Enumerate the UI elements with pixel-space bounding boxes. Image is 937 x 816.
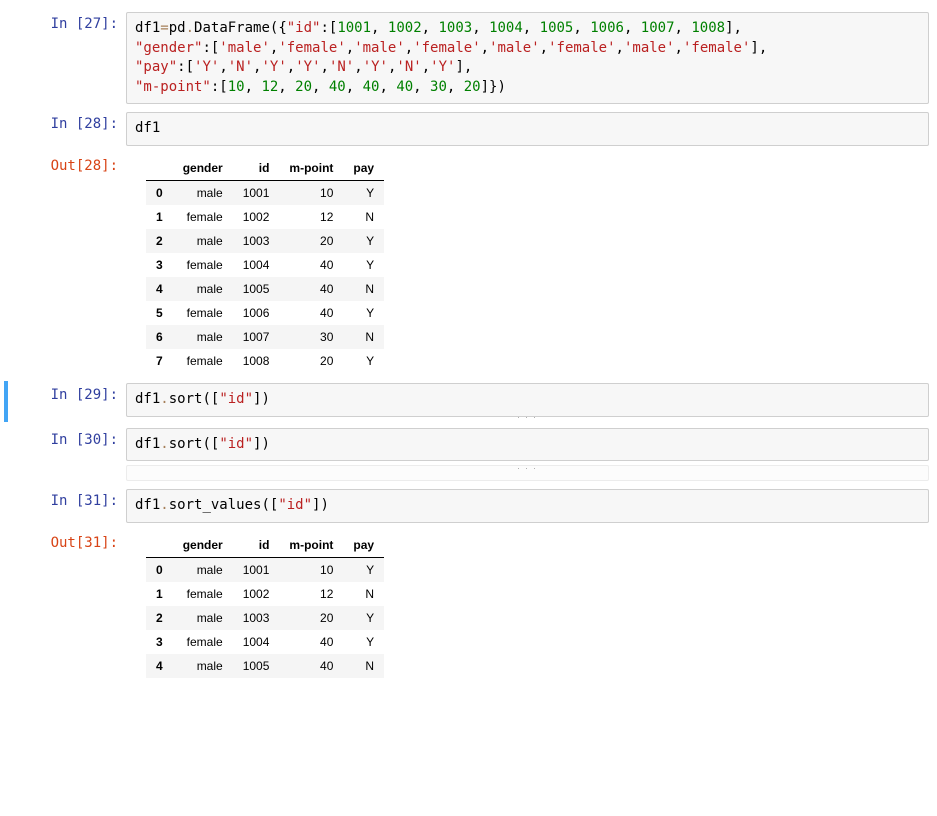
col-id: id [233, 533, 280, 558]
col-gender: gender [173, 533, 233, 558]
cell-30: In [30]: df1.sort(["id"]) . . . [8, 426, 929, 484]
code-content-31: df1.sort_values(["id"]) [135, 496, 920, 516]
code-input-30[interactable]: df1.sort(["id"]) [126, 428, 929, 462]
table-row: 0male100110Y [146, 557, 384, 582]
table-row: 5female100640Y [146, 301, 384, 325]
code-content-30: df1.sort(["id"]) [135, 435, 920, 455]
output-area-31: gender id m-point pay 0male100110Y1femal… [126, 531, 929, 680]
in-prompt-29: In [29]: [8, 383, 126, 420]
table-row: 6male100730N [146, 325, 384, 349]
cell-27: In [27]: df1=pd.DataFrame({"id":[1001, 1… [8, 10, 929, 106]
out-prompt-28: Out[28]: [8, 154, 126, 375]
cell-31-output: Out[31]: gender id m-point pay 0male1001… [8, 529, 929, 682]
dataframe-table-28: gender id m-point pay 0male100110Y1femal… [146, 156, 384, 373]
cell-31: In [31]: df1.sort_values(["id"]) [8, 487, 929, 525]
table-row: 7female100820Y [146, 349, 384, 373]
code-input-28[interactable]: df1 [126, 112, 929, 146]
code-input-29[interactable]: df1.sort(["id"]) [126, 383, 929, 417]
table-row: 2male100320Y [146, 229, 384, 253]
col-mpoint: m-point [279, 533, 343, 558]
code-content-27: df1=pd.DataFrame({"id":[1001, 1002, 1003… [135, 19, 920, 97]
table-row: 4male100540N [146, 277, 384, 301]
in-prompt-30: In [30]: [8, 428, 126, 482]
dataframe-table-31: gender id m-point pay 0male100110Y1femal… [146, 533, 384, 678]
col-pay: pay [343, 533, 384, 558]
col-mpoint: m-point [279, 156, 343, 181]
table-row: 4male100540N [146, 654, 384, 678]
table-body-31: 0male100110Y1female100212N2male100320Y3f… [146, 557, 384, 678]
code-content-28: df1 [135, 119, 920, 139]
in-prompt-28: In [28]: [8, 112, 126, 146]
table-row: 3female100440Y [146, 253, 384, 277]
code-input-31[interactable]: df1.sort_values(["id"]) [126, 489, 929, 523]
collapsed-output-30[interactable]: . . . [126, 465, 929, 481]
cell-28: In [28]: df1 [8, 110, 929, 148]
cell-29: In [29]: df1.sort(["id"]) . . . [4, 381, 929, 422]
cell-28-output: Out[28]: gender id m-point pay 0male1001… [8, 152, 929, 377]
col-pay: pay [343, 156, 384, 181]
col-gender: gender [173, 156, 233, 181]
table-row: 3female100440Y [146, 630, 384, 654]
table-row: 1female100212N [146, 582, 384, 606]
collapsed-output-29[interactable]: . . . [126, 413, 929, 420]
code-content-29: df1.sort(["id"]) [135, 390, 920, 410]
out-prompt-31: Out[31]: [8, 531, 126, 680]
in-prompt-31: In [31]: [8, 489, 126, 523]
code-input-27[interactable]: df1=pd.DataFrame({"id":[1001, 1002, 1003… [126, 12, 929, 104]
table-row: 1female100212N [146, 205, 384, 229]
col-id: id [233, 156, 280, 181]
output-area-28: gender id m-point pay 0male100110Y1femal… [126, 154, 929, 375]
table-row: 0male100110Y [146, 180, 384, 205]
in-prompt-27: In [27]: [8, 12, 126, 104]
table-body-28: 0male100110Y1female100212N2male100320Y3f… [146, 180, 384, 373]
table-row: 2male100320Y [146, 606, 384, 630]
